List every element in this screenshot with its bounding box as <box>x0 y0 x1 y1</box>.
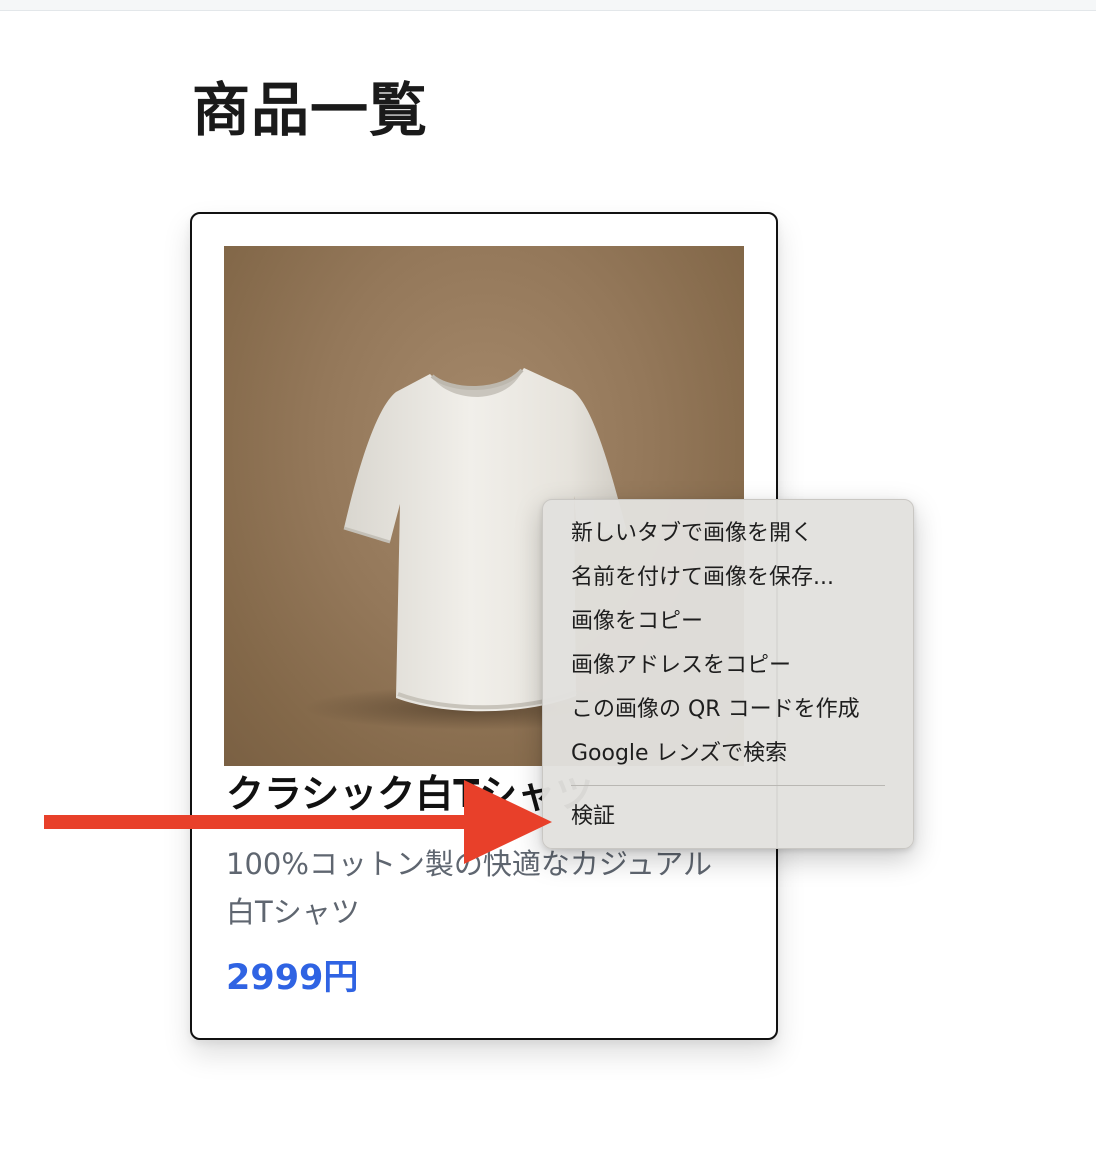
menu-divider <box>571 785 885 786</box>
page: 商品一覧 クラシック白Tシャツ 100%コットン製の快適なカジュアル白Tシャツ … <box>0 0 1096 1158</box>
menu-item-create-qr-code[interactable]: この画像の QR コードを作成 <box>543 688 913 732</box>
menu-item-copy-image-address[interactable]: 画像アドレスをコピー <box>543 644 913 688</box>
product-price: 2999円 <box>226 958 359 998</box>
menu-item-google-lens-search[interactable]: Google レンズで検索 <box>543 732 913 776</box>
menu-item-copy-image[interactable]: 画像をコピー <box>543 600 913 644</box>
page-title: 商品一覧 <box>192 76 429 144</box>
menu-item-open-image-new-tab[interactable]: 新しいタブで画像を開く <box>543 512 913 556</box>
red-arrow-icon <box>44 780 552 864</box>
image-context-menu: 新しいタブで画像を開く 名前を付けて画像を保存... 画像をコピー 画像アドレス… <box>542 499 914 849</box>
menu-item-inspect[interactable]: 検証 <box>543 795 913 839</box>
menu-item-save-image-as[interactable]: 名前を付けて画像を保存... <box>543 556 913 600</box>
browser-top-edge <box>0 0 1096 11</box>
